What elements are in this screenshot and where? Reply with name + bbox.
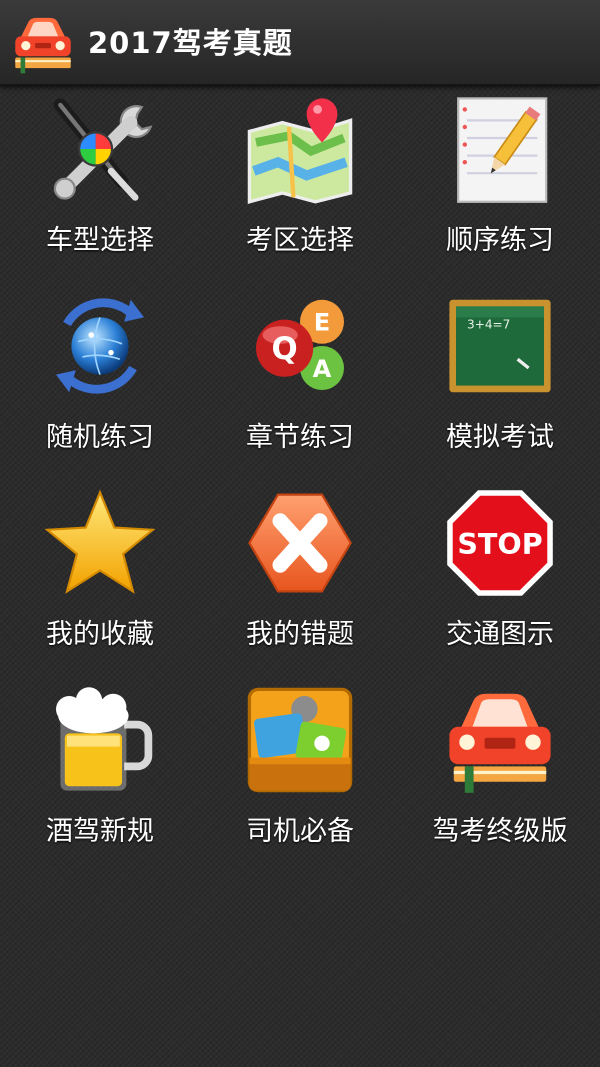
- menu-item-label: 顺序练习: [446, 225, 554, 256]
- app-title: 2017驾考真题: [88, 26, 293, 60]
- menu-item-label: 考区选择: [246, 225, 354, 256]
- map-pin-icon: [247, 98, 353, 204]
- beer-mug-icon: [56, 687, 153, 791]
- menu-item-label: 司机必备: [246, 816, 354, 847]
- menu-item-mock-exam[interactable]: 3+4=7 模拟考试: [400, 287, 600, 484]
- menu-item-vehicle-type[interactable]: 车型选择: [0, 90, 200, 287]
- red-car-book-icon: [15, 17, 71, 74]
- menu-item-traffic-signs[interactable]: STOP 交通图示: [400, 484, 600, 681]
- star-icon: [45, 489, 155, 594]
- notepad-pencil-icon: [457, 97, 548, 203]
- menu-item-label: 模拟考试: [446, 422, 554, 453]
- menu-item-label: 交通图示: [446, 619, 554, 650]
- menu-item-random-practice[interactable]: 随机练习: [0, 287, 200, 484]
- menu-item-exam-region[interactable]: 考区选择: [200, 90, 400, 287]
- menu-grid: 车型选择 考区选择 顺序练习 随机练习 E A Q 章节练习 3+4=7 模拟考…: [0, 90, 600, 878]
- svg-text:A: A: [313, 355, 332, 383]
- chalkboard-icon: 3+4=7: [449, 299, 551, 393]
- menu-item-drunk-driving-rules[interactable]: 酒驾新规: [0, 681, 200, 878]
- menu-item-label: 我的收藏: [46, 619, 154, 650]
- menu-item-my-mistakes[interactable]: 我的错题: [200, 484, 400, 681]
- stop-sign-icon: STOP: [447, 490, 553, 596]
- menu-item-ultimate-edition[interactable]: 驾考终级版: [400, 681, 600, 878]
- globe-refresh-icon: [56, 298, 144, 394]
- qa-bubbles-icon: E A Q: [256, 299, 344, 390]
- red-car-book-icon: [449, 693, 551, 793]
- toolbox-icon: [247, 687, 353, 793]
- tools-wrench-screwdriver-icon: [53, 98, 153, 201]
- menu-item-chapter-practice[interactable]: E A Q 章节练习: [200, 287, 400, 484]
- chalkboard-text: 3+4=7: [467, 317, 510, 331]
- svg-text:E: E: [314, 309, 331, 337]
- title-bar: 2017驾考真题: [0, 0, 600, 86]
- menu-item-label: 随机练习: [46, 422, 154, 453]
- x-mark-hexagon-icon: [248, 493, 352, 593]
- menu-item-label: 驾考终级版: [432, 816, 568, 847]
- menu-item-label: 酒驾新规: [46, 816, 154, 847]
- menu-item-sequential-practice[interactable]: 顺序练习: [400, 90, 600, 287]
- menu-item-label: 我的错题: [246, 619, 354, 650]
- menu-item-my-favorites[interactable]: 我的收藏: [0, 484, 200, 681]
- menu-item-label: 章节练习: [246, 422, 354, 453]
- menu-item-label: 车型选择: [46, 225, 154, 256]
- stop-sign-text: STOP: [457, 527, 542, 561]
- menu-item-driver-essentials[interactable]: 司机必备: [200, 681, 400, 878]
- svg-text:Q: Q: [272, 331, 298, 367]
